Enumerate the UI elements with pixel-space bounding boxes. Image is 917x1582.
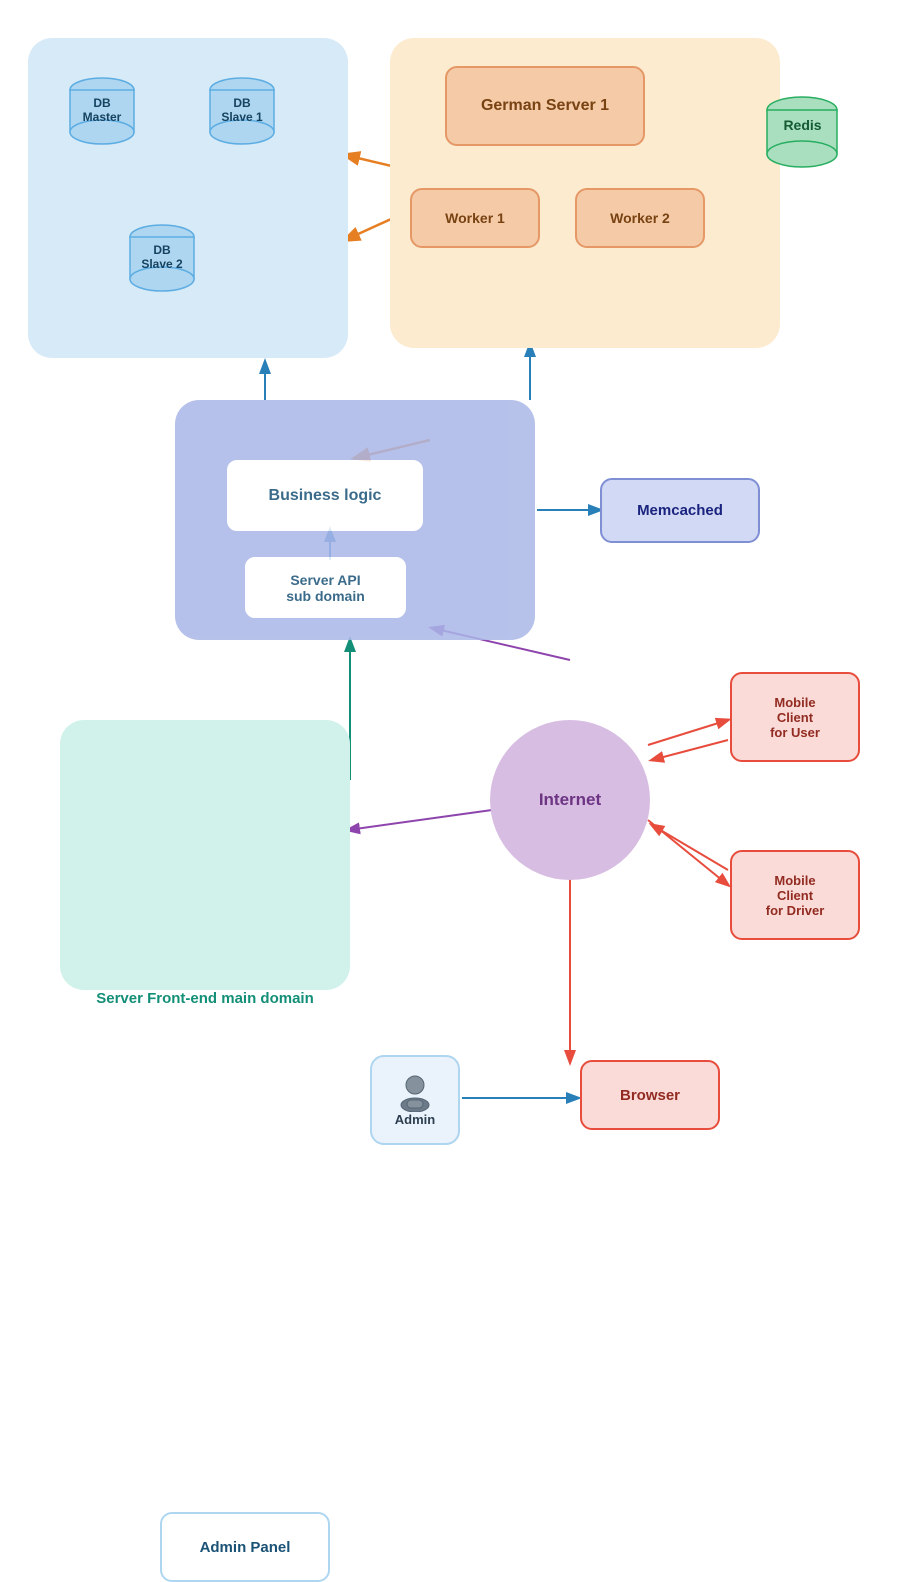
db-master-label: DB (63, 96, 141, 110)
admin-panel-box: Admin Panel (160, 1512, 330, 1582)
admin-user-box: Admin (370, 1055, 460, 1145)
db-master: DB Master (63, 76, 141, 156)
server-api-label: Server API sub domain (286, 572, 365, 604)
german-server-label: German Server 1 (481, 97, 609, 115)
db-slave1-label: DB (203, 96, 281, 110)
mobile-driver-box: Mobile Client for Driver (730, 850, 860, 940)
server-api-box: Server API sub domain (243, 555, 408, 620)
memcached-box: Memcached (600, 478, 760, 543)
diagram: DB Master DB Slave 1 DB Slave 2 (0, 0, 917, 1200)
business-logic-box: Business logic (225, 458, 425, 533)
db-cluster-group: DB Master DB Slave 1 DB Slave 2 (28, 38, 348, 358)
redis-label: Redis (760, 117, 845, 133)
browser-box: Browser (580, 1060, 720, 1130)
frontend-label: Server Front-end main domain (80, 990, 330, 1007)
mobile-user-box: Mobile Client for User (730, 672, 860, 762)
db-slave2-label2: Slave 2 (123, 257, 201, 271)
mobile-driver-label: Mobile Client for Driver (766, 873, 825, 918)
app-server-group: Business logic Server API sub domain (175, 400, 535, 640)
db-slave1: DB Slave 1 (203, 76, 281, 156)
db-master-label2: Master (63, 110, 141, 124)
admin-person-icon (395, 1074, 435, 1112)
german-server-box: German Server 1 (445, 66, 645, 146)
redis: Redis (760, 95, 845, 180)
db-slave2-label: DB (123, 243, 201, 257)
admin-user-label: Admin (395, 1112, 435, 1127)
mobile-user-label: Mobile Client for User (770, 695, 820, 740)
memcached-label: Memcached (637, 502, 723, 519)
db-slave1-label2: Slave 1 (203, 110, 281, 124)
browser-label: Browser (620, 1087, 680, 1104)
internet-circle: Internet (490, 720, 650, 880)
frontend-group: Admin Panel (60, 720, 350, 990)
german-server-group: German Server 1 Worker 1 Worker 2 (390, 38, 780, 348)
worker2-label: Worker 2 (610, 210, 670, 226)
worker1-box: Worker 1 (410, 188, 540, 248)
admin-panel-label: Admin Panel (200, 1539, 291, 1556)
worker2-box: Worker 2 (575, 188, 705, 248)
worker1-label: Worker 1 (445, 210, 505, 226)
business-logic-label: Business logic (269, 487, 382, 505)
db-slave2: DB Slave 2 (123, 223, 201, 303)
internet-label: Internet (539, 790, 601, 810)
